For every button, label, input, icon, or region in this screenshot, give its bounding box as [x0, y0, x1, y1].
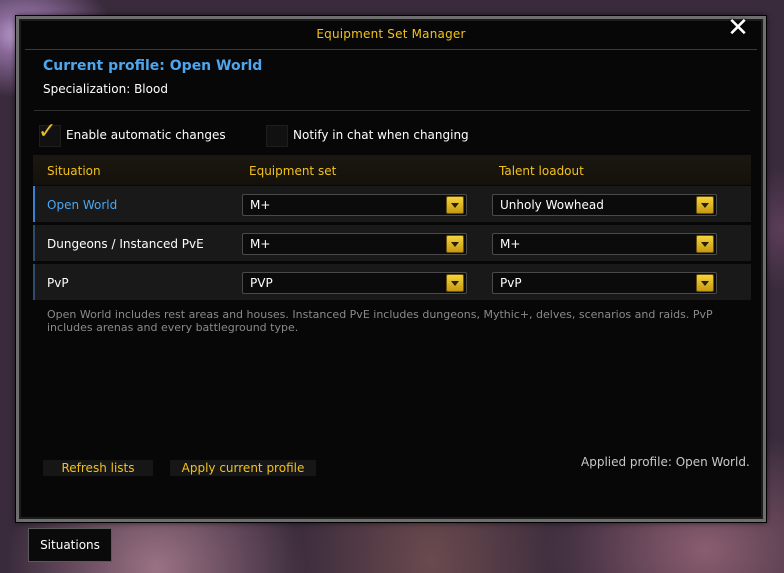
chevron-down-icon[interactable] — [446, 274, 464, 292]
refresh-lists-button[interactable]: Refresh lists — [43, 460, 153, 476]
specialization-label: Specialization: Blood — [43, 82, 168, 96]
tab-situations[interactable]: Situations — [28, 528, 112, 562]
header-situation: Situation — [47, 164, 101, 178]
row-accent — [33, 264, 35, 300]
chevron-down-icon[interactable] — [696, 196, 714, 214]
dropdown-value: PvP — [500, 276, 522, 290]
row-situation-label: Open World — [47, 198, 118, 212]
row-situation-label: Dungeons / Instanced PvE — [47, 237, 204, 251]
table-row-dungeons[interactable]: Dungeons / Instanced PvE M+ M+ — [33, 225, 751, 261]
applied-profile-status: Applied profile: Open World. — [581, 455, 750, 469]
table-row-pvp[interactable]: PvP PVP PvP — [33, 264, 751, 300]
row-accent — [33, 225, 35, 261]
dropdown-value: M+ — [500, 237, 521, 251]
dropdown-value: M+ — [250, 198, 271, 212]
dropdown-value: M+ — [250, 237, 271, 251]
auto-changes-checkbox[interactable]: ✓ — [38, 121, 61, 147]
row-accent — [33, 186, 35, 222]
help-text: Open World includes rest areas and house… — [47, 308, 713, 334]
notify-chat-label: Notify in chat when changing — [293, 128, 469, 142]
equipment-set-dropdown[interactable]: PVP — [242, 272, 467, 294]
header-talent-loadout: Talent loadout — [499, 164, 584, 178]
close-icon[interactable]: ✕ — [724, 14, 752, 42]
chevron-down-icon[interactable] — [696, 235, 714, 253]
checkmark-icon: ✓ — [38, 119, 57, 144]
row-situation-label: PvP — [47, 276, 69, 290]
talent-loadout-dropdown[interactable]: Unholy Wowhead — [492, 194, 717, 216]
header-equipment-set: Equipment set — [249, 164, 337, 178]
equipment-set-dropdown[interactable]: M+ — [242, 233, 467, 255]
table-header: Situation Equipment set Talent loadout — [33, 155, 751, 185]
dropdown-value: Unholy Wowhead — [500, 198, 604, 212]
chevron-down-icon[interactable] — [696, 274, 714, 292]
title-divider — [25, 49, 757, 50]
apply-current-profile-button[interactable]: Apply current profile — [170, 460, 316, 476]
chevron-down-icon[interactable] — [446, 235, 464, 253]
chevron-down-icon[interactable] — [446, 196, 464, 214]
dropdown-value: PVP — [250, 276, 273, 290]
auto-changes-label: Enable automatic changes — [66, 128, 226, 142]
section-divider — [34, 110, 750, 111]
table-row-open-world[interactable]: Open World M+ Unholy Wowhead — [33, 186, 751, 222]
window-title: Equipment Set Manager — [316, 27, 466, 41]
talent-loadout-dropdown[interactable]: M+ — [492, 233, 717, 255]
notify-chat-checkbox[interactable] — [266, 125, 288, 147]
current-profile-title: Current profile: Open World — [43, 58, 263, 74]
equipment-set-dropdown[interactable]: M+ — [242, 194, 467, 216]
talent-loadout-dropdown[interactable]: PvP — [492, 272, 717, 294]
